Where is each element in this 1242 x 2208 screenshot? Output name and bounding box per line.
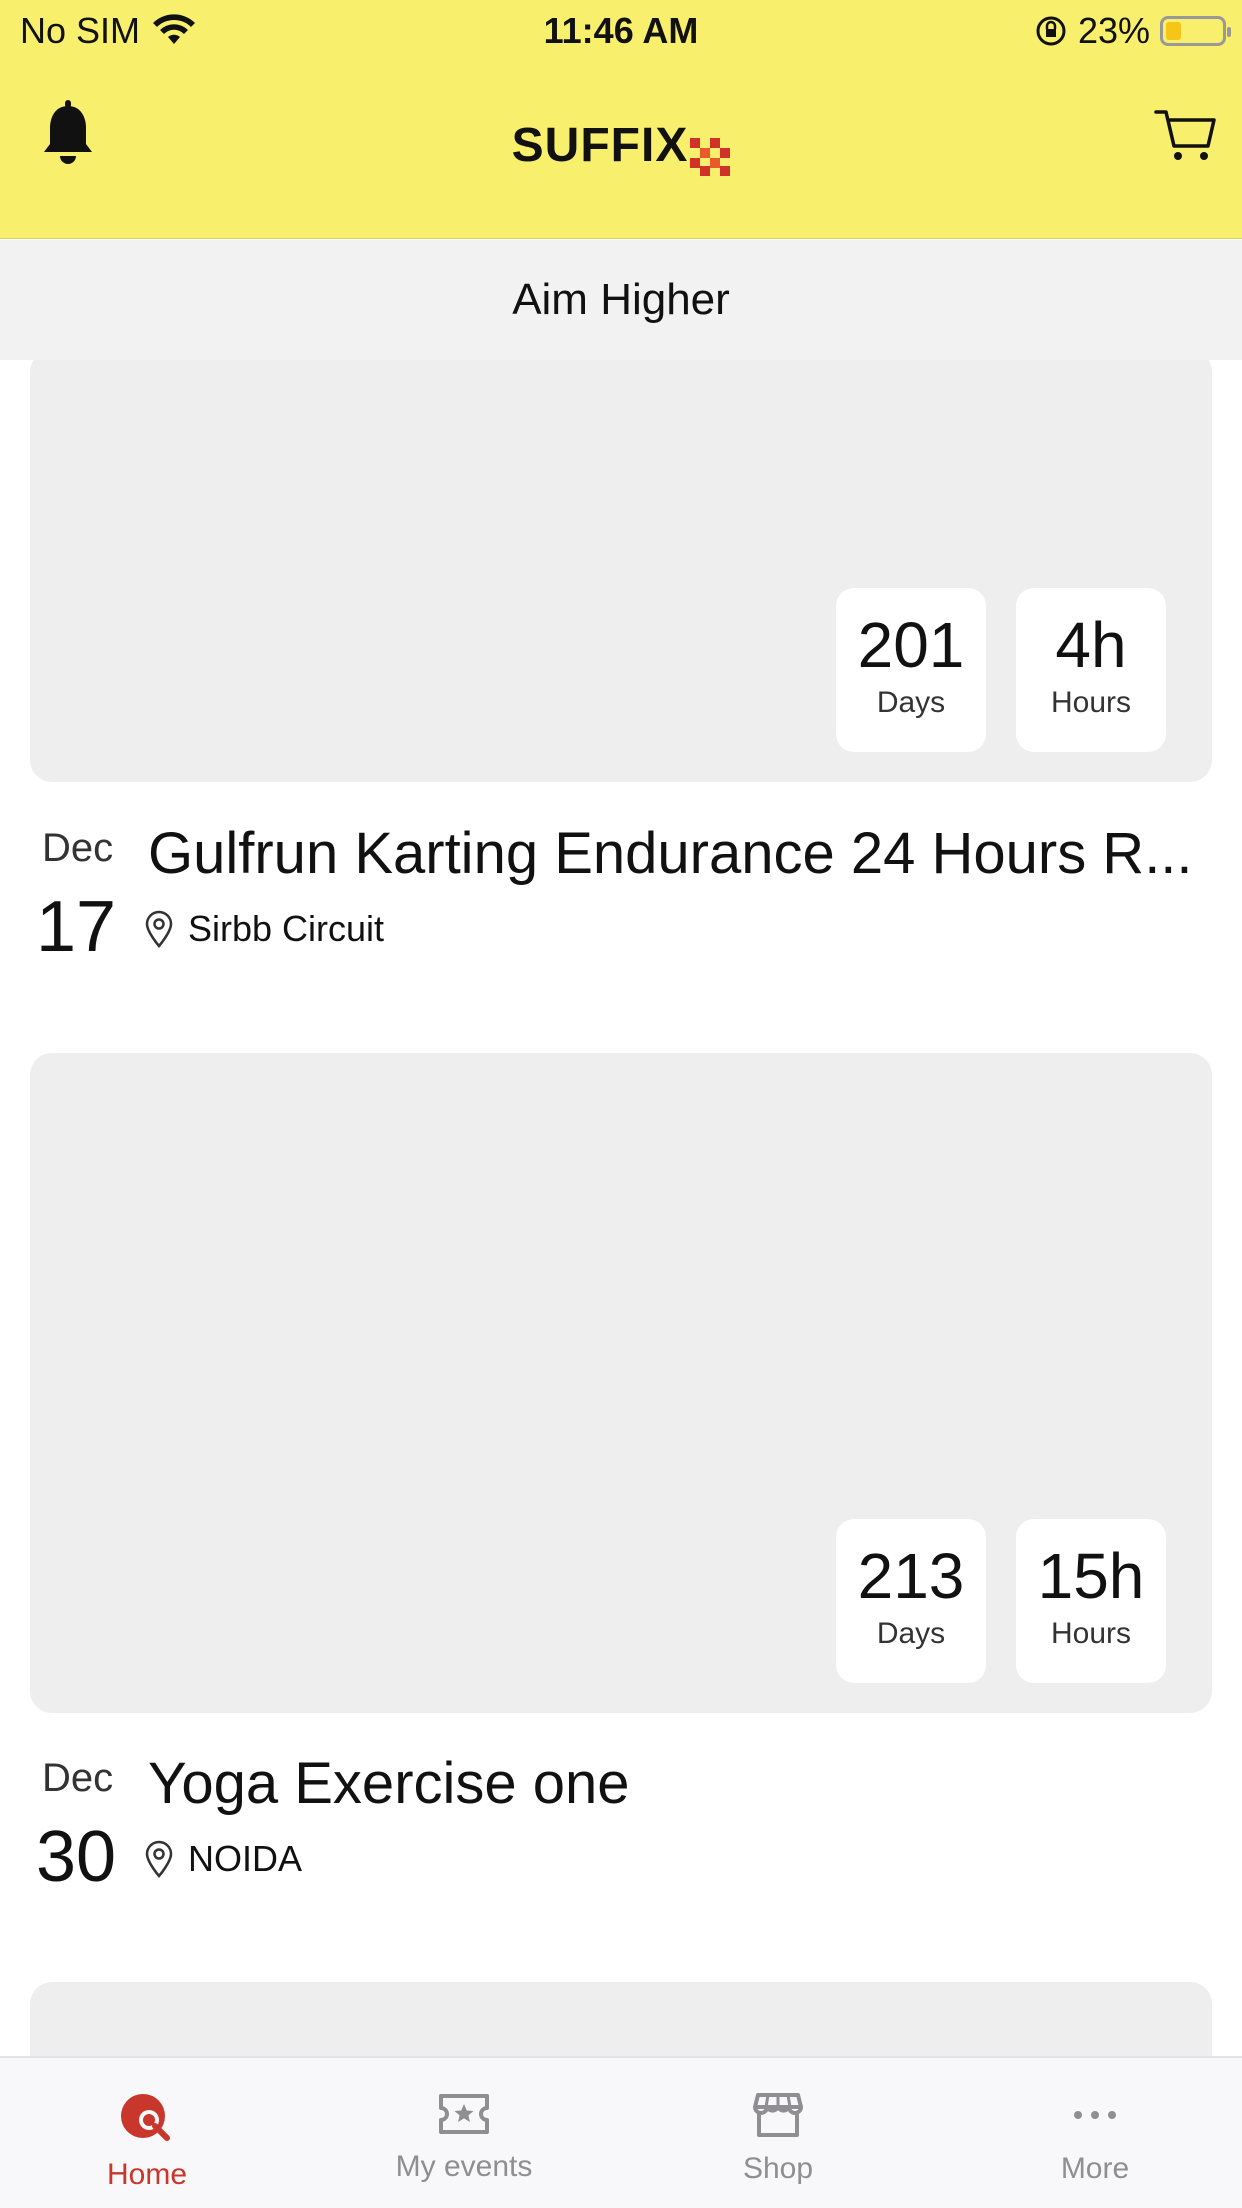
countdown-hours: 15h Hours — [1016, 1519, 1166, 1683]
store-icon — [753, 2093, 803, 2137]
location-pin-icon — [145, 910, 173, 948]
cart-icon[interactable] — [1154, 104, 1218, 168]
countdown-days: 213 Days — [836, 1519, 986, 1683]
event-location-text: NOIDA — [188, 1838, 303, 1879]
countdown-days-label: Days — [876, 686, 946, 719]
event-title[interactable]: Gulfrun Karting Endurance 24 Hours R... — [148, 820, 1208, 887]
event-location: Sirbb Circuit — [144, 908, 384, 950]
event-list[interactable]: 201 Days 4h Hours Dec 17 Gulfrun Karting… — [0, 360, 1242, 2056]
brand-mark-icon — [690, 137, 731, 176]
location-pin-icon — [145, 1840, 173, 1878]
status-bar: No SIM 11:46 AM 23% — [0, 0, 1242, 62]
ellipsis-icon — [1074, 2111, 1116, 2119]
countdown-days-value: 201 — [857, 609, 965, 681]
event-day: 17 — [36, 887, 117, 967]
tab-bar: Home My events Shop More — [0, 2056, 1242, 2208]
countdown-hours: 4h Hours — [1016, 588, 1166, 752]
event-image[interactable]: 213 Days 15h Hours — [30, 1053, 1212, 1713]
battery-icon — [1160, 16, 1231, 46]
app-header: SUFFIX — [0, 62, 1242, 239]
countdown-hours-label: Hours — [1050, 1617, 1132, 1650]
subtitle-bar: Aim Higher — [0, 240, 1242, 360]
tab-label: More — [1060, 2152, 1130, 2185]
event-location-text: Sirbb Circuit — [188, 908, 385, 949]
tab-shop[interactable]: Shop — [678, 2092, 878, 2186]
tab-home[interactable]: Home — [47, 2092, 247, 2192]
ticket-star-icon — [439, 2094, 489, 2134]
countdown-days-value: 213 — [857, 1540, 965, 1612]
countdown-hours-value: 15h — [1037, 1540, 1145, 1612]
tab-label: My events — [395, 2150, 533, 2183]
countdown-days: 201 Days — [836, 588, 986, 752]
event-image[interactable] — [30, 1982, 1212, 2056]
brand-name: SUFFIX — [511, 119, 689, 172]
countdown-days-label: Days — [876, 1617, 946, 1650]
tab-my-events[interactable]: My events — [364, 2092, 564, 2184]
event-day: 30 — [36, 1817, 117, 1897]
countdown-hours-label: Hours — [1050, 686, 1132, 719]
countdown-hours-value: 4h — [1055, 609, 1127, 681]
status-right: 23% — [1034, 10, 1231, 52]
battery-percent: 23% — [1077, 10, 1150, 51]
tab-more[interactable]: More — [995, 2092, 1195, 2186]
event-month: Dec — [42, 826, 114, 870]
subtitle-text: Aim Higher — [512, 275, 730, 324]
home-search-icon — [121, 2094, 170, 2141]
event-image[interactable]: 201 Days 4h Hours — [30, 360, 1212, 782]
tab-label: Shop — [742, 2152, 814, 2185]
tab-label: Home — [106, 2158, 188, 2191]
event-title[interactable]: Yoga Exercise one — [148, 1750, 1208, 1817]
event-month: Dec — [42, 1756, 114, 1800]
brand-logo: SUFFIX — [0, 118, 1242, 176]
event-location: NOIDA — [144, 1838, 302, 1880]
orientation-lock-icon — [1036, 16, 1066, 46]
